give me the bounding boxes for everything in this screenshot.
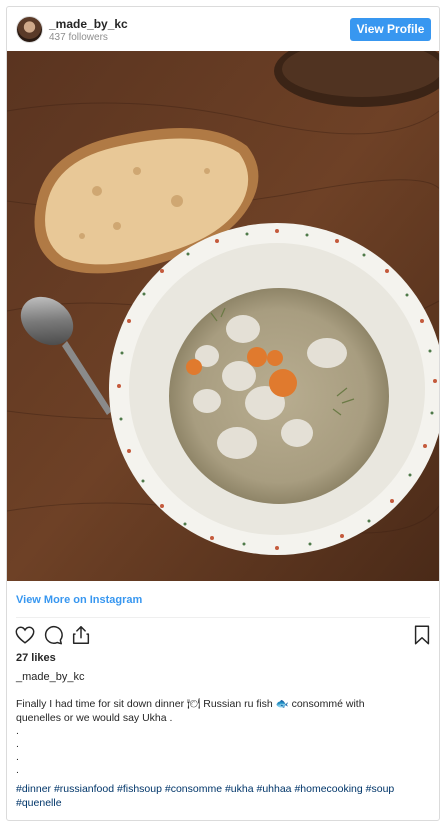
caption-line: Finally I had time for sit down dinner 🍽… [16, 698, 365, 710]
post-owner[interactable]: _made_by_kc [16, 671, 85, 683]
avatar[interactable] [16, 16, 43, 43]
bookmark-icon[interactable] [411, 624, 433, 646]
soup-photo-image [7, 35, 439, 581]
username[interactable]: _made_by_kc [49, 17, 128, 31]
caption-dot: . [16, 764, 19, 776]
caption-dot: . [16, 725, 19, 737]
action-bar [14, 624, 434, 648]
instagram-embed-card: _made_by_kc 437 followers View Profile V… [6, 6, 440, 821]
caption: Finally I had time for sit down dinner 🍽… [16, 697, 428, 777]
caption-line: quenelles or we would say Ukha . [16, 712, 173, 724]
likes-count[interactable]: 27 likes [16, 652, 56, 664]
comment-icon[interactable] [42, 624, 64, 646]
heart-icon[interactable] [14, 624, 36, 646]
post-photo[interactable] [7, 35, 439, 581]
caption-dot: . [16, 738, 19, 750]
view-profile-button[interactable]: View Profile [350, 18, 431, 41]
divider [16, 617, 430, 618]
followers-count: 437 followers [49, 32, 108, 43]
hashtags[interactable]: #dinner #russianfood #fishsoup #consomme… [16, 782, 428, 810]
view-more-on-instagram-link[interactable]: View More on Instagram [16, 594, 142, 606]
post-header: _made_by_kc 437 followers View Profile [7, 7, 439, 51]
caption-dot: . [16, 751, 19, 763]
share-icon[interactable] [70, 624, 92, 646]
